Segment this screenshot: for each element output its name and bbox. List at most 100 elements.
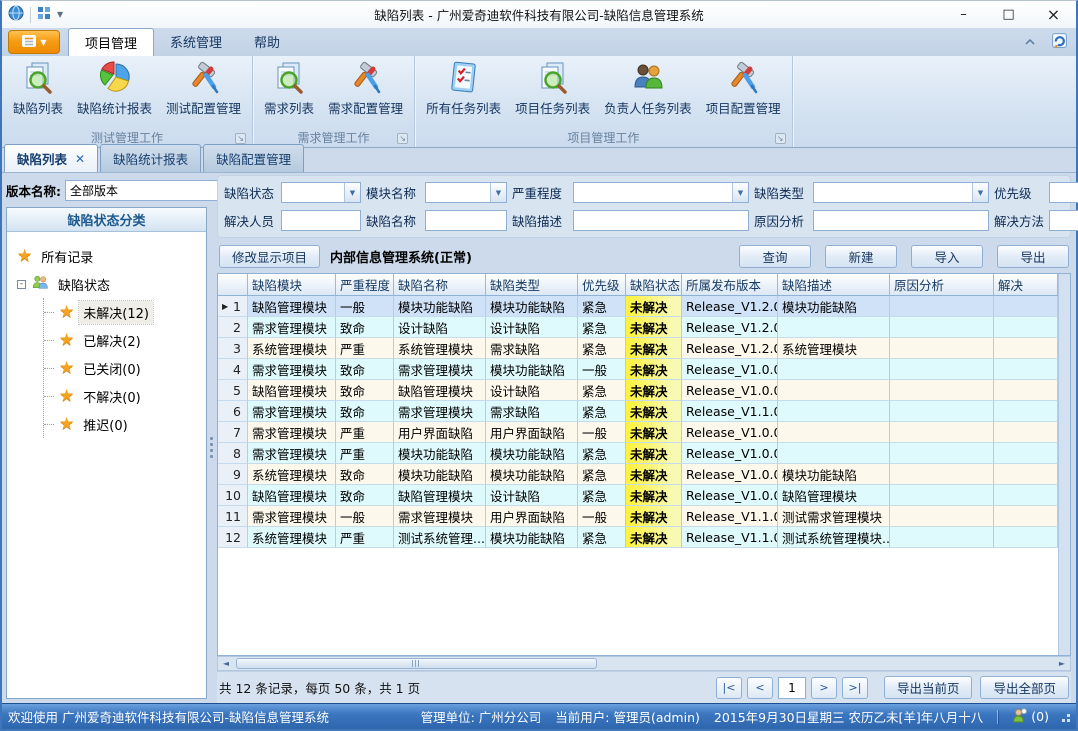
table-cell[interactable] bbox=[890, 317, 994, 338]
table-cell[interactable]: 未解决 bbox=[626, 506, 682, 527]
table-cell[interactable]: 模块功能缺陷 bbox=[394, 464, 486, 485]
ribbon-button[interactable]: 负责人任务列表 bbox=[597, 58, 699, 119]
table-cell[interactable]: 用户界面缺陷 bbox=[394, 422, 486, 443]
export-all-pages-button[interactable]: 导出全部页 bbox=[980, 676, 1069, 699]
table-cell[interactable]: Release_V1.1.0 bbox=[682, 506, 778, 527]
table-cell[interactable]: 一般 bbox=[578, 359, 626, 380]
filter-combo-input[interactable] bbox=[1050, 183, 1078, 202]
table-cell[interactable] bbox=[890, 464, 994, 485]
maximize-button[interactable]: □ bbox=[986, 1, 1031, 28]
tree-item[interactable]: ★所有记录 bbox=[17, 242, 204, 270]
table-cell[interactable] bbox=[778, 422, 890, 443]
vertical-scrollbar[interactable] bbox=[1058, 274, 1070, 655]
ribbon-button[interactable]: 缺陷列表 bbox=[6, 58, 70, 119]
filter-combo-input[interactable] bbox=[426, 183, 490, 202]
grid-header-cell[interactable]: 严重程度 bbox=[336, 274, 394, 296]
table-cell[interactable] bbox=[994, 338, 1058, 359]
table-cell[interactable]: 未解决 bbox=[626, 464, 682, 485]
table-cell[interactable]: Release_V1.2.0 bbox=[682, 317, 778, 338]
table-cell[interactable]: 需求缺陷 bbox=[486, 338, 578, 359]
table-cell[interactable]: 致命 bbox=[336, 485, 394, 506]
table-cell[interactable] bbox=[778, 380, 890, 401]
grid-header-cell[interactable]: 解决 bbox=[994, 274, 1058, 296]
row-number-cell[interactable]: ▶1 bbox=[218, 296, 248, 317]
chevron-down-icon[interactable]: ▼ bbox=[57, 10, 63, 19]
table-cell[interactable] bbox=[890, 443, 994, 464]
table-cell[interactable]: 一般 bbox=[336, 506, 394, 527]
table-cell[interactable]: 需求管理模块 bbox=[248, 422, 336, 443]
filter-text-input[interactable] bbox=[573, 210, 749, 231]
tree-item[interactable]: ★推迟(0) bbox=[44, 410, 204, 438]
filter-text-input[interactable] bbox=[1049, 210, 1078, 231]
row-number-cell[interactable]: 10 bbox=[218, 485, 248, 506]
table-cell[interactable]: 需求管理模块 bbox=[248, 443, 336, 464]
table-cell[interactable]: 系统管理模块 bbox=[248, 338, 336, 359]
tree-item[interactable]: ★已解决(2) bbox=[44, 326, 204, 354]
document-tab[interactable]: 缺陷统计报表 bbox=[100, 144, 201, 172]
tree-item[interactable]: ★不解决(0) bbox=[44, 382, 204, 410]
table-cell[interactable]: 紧急 bbox=[578, 296, 626, 317]
row-number-cell[interactable]: 12 bbox=[218, 527, 248, 548]
table-cell[interactable]: 需求缺陷 bbox=[486, 401, 578, 422]
ribbon-button[interactable]: 需求配置管理 bbox=[321, 58, 410, 119]
table-row[interactable]: 7需求管理模块严重用户界面缺陷用户界面缺陷一般未解决Release_V1.0.0 bbox=[218, 422, 1058, 443]
table-cell[interactable]: 致命 bbox=[336, 464, 394, 485]
dialog-launcher-icon[interactable]: ↘ bbox=[397, 133, 408, 144]
row-number-cell[interactable]: 7 bbox=[218, 422, 248, 443]
dialog-launcher-icon[interactable]: ↘ bbox=[235, 133, 246, 144]
grid-header-cell[interactable]: 缺陷描述 bbox=[778, 274, 890, 296]
table-cell[interactable]: 未解决 bbox=[626, 359, 682, 380]
last-page-button[interactable]: >| bbox=[842, 677, 868, 699]
splitter-handle[interactable] bbox=[207, 173, 216, 703]
tree-item[interactable]: ★未解决(12) bbox=[44, 298, 204, 326]
table-cell[interactable]: 紧急 bbox=[578, 443, 626, 464]
prev-page-button[interactable]: < bbox=[747, 677, 773, 699]
table-cell[interactable] bbox=[890, 401, 994, 422]
table-cell[interactable]: Release_V1.1.0 bbox=[682, 401, 778, 422]
table-cell[interactable] bbox=[890, 338, 994, 359]
grid-header-cell[interactable]: 优先级 bbox=[578, 274, 626, 296]
ribbon-tab[interactable]: 项目管理 bbox=[68, 28, 154, 56]
resize-grip-icon[interactable] bbox=[1067, 719, 1070, 722]
table-cell[interactable] bbox=[994, 443, 1058, 464]
table-cell[interactable]: 测试需求管理模块 bbox=[778, 506, 890, 527]
filter-combo-input[interactable] bbox=[814, 183, 972, 202]
row-number-cell[interactable]: 8 bbox=[218, 443, 248, 464]
table-cell[interactable]: 需求管理模块 bbox=[394, 359, 486, 380]
table-cell[interactable]: 致命 bbox=[336, 401, 394, 422]
ribbon-button[interactable]: 需求列表 bbox=[257, 58, 321, 119]
table-row[interactable]: 9系统管理模块致命模块功能缺陷模块功能缺陷紧急未解决Release_V1.0.0… bbox=[218, 464, 1058, 485]
table-cell[interactable]: 缺陷管理模块 bbox=[778, 485, 890, 506]
table-cell[interactable]: 紧急 bbox=[578, 527, 626, 548]
table-cell[interactable] bbox=[890, 359, 994, 380]
table-cell[interactable]: 模块功能缺陷 bbox=[486, 527, 578, 548]
table-cell[interactable]: 需求管理模块 bbox=[248, 401, 336, 422]
page-input[interactable] bbox=[778, 677, 806, 699]
grid-menu-icon[interactable] bbox=[37, 6, 51, 23]
collapse-ribbon-icon[interactable] bbox=[1019, 33, 1041, 51]
filter-combo-input[interactable] bbox=[574, 183, 732, 202]
scroll-left-icon[interactable]: ◄ bbox=[218, 657, 234, 670]
ribbon-tab[interactable]: 帮助 bbox=[238, 28, 296, 56]
filter-combobox[interactable]: ▼ bbox=[281, 182, 361, 203]
table-cell[interactable]: 模块功能缺陷 bbox=[394, 443, 486, 464]
table-cell[interactable] bbox=[778, 401, 890, 422]
table-cell[interactable]: 缺陷管理模块 bbox=[394, 380, 486, 401]
export-current-page-button[interactable]: 导出当前页 bbox=[884, 676, 973, 699]
table-cell[interactable] bbox=[994, 485, 1058, 506]
filter-combobox[interactable]: ▼ bbox=[425, 182, 507, 203]
table-row[interactable]: 3系统管理模块严重系统管理模块需求缺陷紧急未解决Release_V1.2.0系统… bbox=[218, 338, 1058, 359]
table-cell[interactable]: 严重 bbox=[336, 443, 394, 464]
chevron-down-icon[interactable]: ▼ bbox=[732, 183, 748, 202]
table-row[interactable]: 4需求管理模块致命需求管理模块模块功能缺陷一般未解决Release_V1.0.0 bbox=[218, 359, 1058, 380]
table-cell[interactable]: 紧急 bbox=[578, 464, 626, 485]
table-cell[interactable]: 一般 bbox=[578, 422, 626, 443]
table-cell[interactable] bbox=[994, 464, 1058, 485]
table-cell[interactable]: Release_V1.0.0 bbox=[682, 422, 778, 443]
table-row[interactable]: ▶1缺陷管理模块一般模块功能缺陷模块功能缺陷紧急未解决Release_V1.2.… bbox=[218, 296, 1058, 317]
table-cell[interactable] bbox=[890, 485, 994, 506]
table-cell[interactable]: 模块功能缺陷 bbox=[394, 296, 486, 317]
action-button[interactable]: 查询 bbox=[739, 245, 811, 268]
table-row[interactable]: 8需求管理模块严重模块功能缺陷模块功能缺陷紧急未解决Release_V1.0.0 bbox=[218, 443, 1058, 464]
close-button[interactable]: × bbox=[1031, 1, 1076, 28]
